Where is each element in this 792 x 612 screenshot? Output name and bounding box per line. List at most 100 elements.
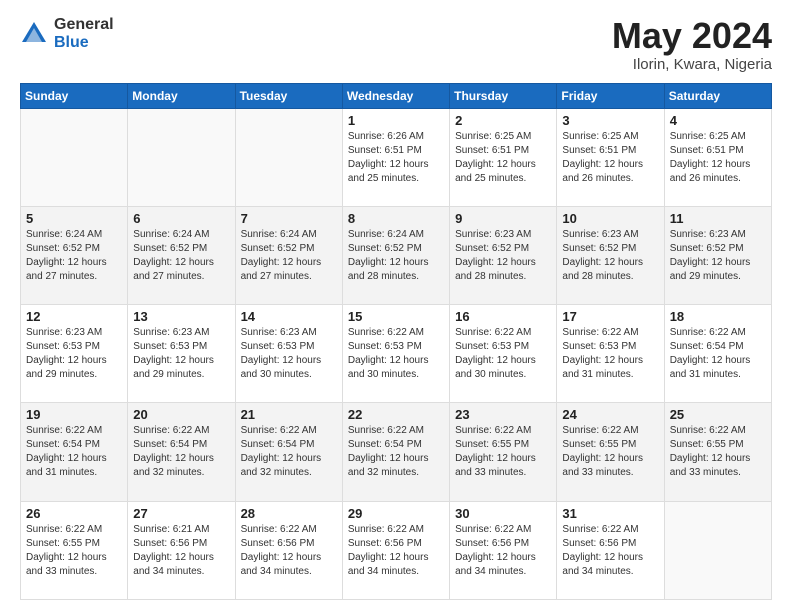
day-info: Sunrise: 6:23 AM Sunset: 6:52 PM Dayligh…: [670, 228, 766, 284]
day-number: 22: [348, 407, 444, 422]
calendar-cell: 10 Sunrise: 6:23 AM Sunset: 6:52 PM Dayli…: [557, 206, 664, 304]
location: Ilorin, Kwara, Nigeria: [612, 56, 772, 73]
day-info: Sunrise: 6:23 AM Sunset: 6:53 PM Dayligh…: [241, 326, 337, 382]
day-number: 12: [26, 309, 122, 324]
day-info: Sunrise: 6:24 AM Sunset: 6:52 PM Dayligh…: [348, 228, 444, 284]
calendar-cell: 24 Sunrise: 6:22 AM Sunset: 6:55 PM Dayli…: [557, 403, 664, 501]
week-row-3: 12 Sunrise: 6:23 AM Sunset: 6:53 PM Dayli…: [21, 305, 772, 403]
day-number: 29: [348, 506, 444, 521]
month-title: May 2024: [612, 16, 772, 56]
day-info: Sunrise: 6:22 AM Sunset: 6:54 PM Dayligh…: [26, 424, 122, 480]
calendar-cell: 30Sunrise: 6:22 AM Sunset: 6:56 PM Dayli…: [450, 501, 557, 599]
day-number: 26: [26, 506, 122, 521]
logo-general: General: [54, 16, 114, 34]
day-info: Sunrise: 6:22 AM Sunset: 6:55 PM Dayligh…: [562, 424, 658, 480]
day-number: 1: [348, 113, 444, 128]
day-info: Sunrise: 6:23 AM Sunset: 6:53 PM Dayligh…: [26, 326, 122, 382]
day-info: Sunrise: 6:24 AM Sunset: 6:52 PM Dayligh…: [26, 228, 122, 284]
weekday-header-thursday: Thursday: [450, 83, 557, 108]
logo-blue: Blue: [54, 34, 114, 52]
day-number: 18: [670, 309, 766, 324]
day-number: 17: [562, 309, 658, 324]
calendar-cell: [128, 108, 235, 206]
calendar-cell: 18 Sunrise: 6:22 AM Sunset: 6:54 PM Dayli…: [664, 305, 771, 403]
calendar-cell: 11 Sunrise: 6:23 AM Sunset: 6:52 PM Dayli…: [664, 206, 771, 304]
calendar-cell: 13 Sunrise: 6:23 AM Sunset: 6:53 PM Dayli…: [128, 305, 235, 403]
weekday-header-wednesday: Wednesday: [342, 83, 449, 108]
day-info: Sunrise: 6:22 AM Sunset: 6:55 PM Dayligh…: [670, 424, 766, 480]
weekday-header-sunday: Sunday: [21, 83, 128, 108]
day-number: 30: [455, 506, 551, 521]
weekday-header-friday: Friday: [557, 83, 664, 108]
day-info: Sunrise: 6:23 AM Sunset: 6:52 PM Dayligh…: [455, 228, 551, 284]
day-info: Sunrise: 6:25 AM Sunset: 6:51 PM Dayligh…: [670, 130, 766, 186]
day-info: Sunrise: 6:24 AM Sunset: 6:52 PM Dayligh…: [133, 228, 229, 284]
day-number: 19: [26, 407, 122, 422]
day-info: Sunrise: 6:22 AM Sunset: 6:55 PM Dayligh…: [26, 523, 122, 579]
calendar-cell: 22 Sunrise: 6:22 AM Sunset: 6:54 PM Dayli…: [342, 403, 449, 501]
calendar-cell: [235, 108, 342, 206]
week-row-5: 26 Sunrise: 6:22 AM Sunset: 6:55 PM Dayli…: [21, 501, 772, 599]
day-number: 16: [455, 309, 551, 324]
calendar-cell: 3 Sunrise: 6:25 AM Sunset: 6:51 PM Daylig…: [557, 108, 664, 206]
day-number: 28: [241, 506, 337, 521]
calendar-cell: 15Sunrise: 6:22 AM Sunset: 6:53 PM Dayli…: [342, 305, 449, 403]
calendar-cell: 19 Sunrise: 6:22 AM Sunset: 6:54 PM Dayli…: [21, 403, 128, 501]
week-row-4: 19 Sunrise: 6:22 AM Sunset: 6:54 PM Dayli…: [21, 403, 772, 501]
weekday-header-saturday: Saturday: [664, 83, 771, 108]
day-info: Sunrise: 6:24 AM Sunset: 6:52 PM Dayligh…: [241, 228, 337, 284]
calendar-cell: 20Sunrise: 6:22 AM Sunset: 6:54 PM Dayli…: [128, 403, 235, 501]
calendar-cell: [21, 108, 128, 206]
day-info: Sunrise: 6:22 AM Sunset: 6:56 PM Dayligh…: [562, 523, 658, 579]
day-number: 23: [455, 407, 551, 422]
calendar-cell: 16 Sunrise: 6:22 AM Sunset: 6:53 PM Dayli…: [450, 305, 557, 403]
day-number: 5: [26, 211, 122, 226]
day-info: Sunrise: 6:23 AM Sunset: 6:53 PM Dayligh…: [133, 326, 229, 382]
day-number: 8: [348, 211, 444, 226]
day-info: Sunrise: 6:22 AM Sunset: 6:54 PM Dayligh…: [133, 424, 229, 480]
weekday-header-monday: Monday: [128, 83, 235, 108]
calendar-cell: 25Sunrise: 6:22 AM Sunset: 6:55 PM Dayli…: [664, 403, 771, 501]
day-number: 27: [133, 506, 229, 521]
header: General Blue May 2024 Ilorin, Kwara, Nig…: [20, 16, 772, 73]
page: General Blue May 2024 Ilorin, Kwara, Nig…: [0, 0, 792, 612]
day-info: Sunrise: 6:22 AM Sunset: 6:56 PM Dayligh…: [241, 523, 337, 579]
day-info: Sunrise: 6:22 AM Sunset: 6:55 PM Dayligh…: [455, 424, 551, 480]
day-info: Sunrise: 6:22 AM Sunset: 6:54 PM Dayligh…: [670, 326, 766, 382]
day-number: 10: [562, 211, 658, 226]
calendar-cell: 5 Sunrise: 6:24 AM Sunset: 6:52 PM Daylig…: [21, 206, 128, 304]
weekday-header-row: SundayMondayTuesdayWednesdayThursdayFrid…: [21, 83, 772, 108]
day-number: 31: [562, 506, 658, 521]
calendar-cell: 12 Sunrise: 6:23 AM Sunset: 6:53 PM Dayli…: [21, 305, 128, 403]
calendar-cell: 27Sunrise: 6:21 AM Sunset: 6:56 PM Dayli…: [128, 501, 235, 599]
day-info: Sunrise: 6:22 AM Sunset: 6:53 PM Dayligh…: [455, 326, 551, 382]
day-number: 21: [241, 407, 337, 422]
day-info: Sunrise: 6:25 AM Sunset: 6:51 PM Dayligh…: [455, 130, 551, 186]
calendar-cell: 26 Sunrise: 6:22 AM Sunset: 6:55 PM Dayli…: [21, 501, 128, 599]
day-info: Sunrise: 6:22 AM Sunset: 6:53 PM Dayligh…: [348, 326, 444, 382]
calendar-cell: 9 Sunrise: 6:23 AM Sunset: 6:52 PM Daylig…: [450, 206, 557, 304]
calendar-cell: 4Sunrise: 6:25 AM Sunset: 6:51 PM Daylig…: [664, 108, 771, 206]
calendar: SundayMondayTuesdayWednesdayThursdayFrid…: [20, 83, 772, 600]
weekday-header-tuesday: Tuesday: [235, 83, 342, 108]
week-row-2: 5 Sunrise: 6:24 AM Sunset: 6:52 PM Daylig…: [21, 206, 772, 304]
day-number: 2: [455, 113, 551, 128]
calendar-cell: 29Sunrise: 6:22 AM Sunset: 6:56 PM Dayli…: [342, 501, 449, 599]
calendar-cell: 17Sunrise: 6:22 AM Sunset: 6:53 PM Dayli…: [557, 305, 664, 403]
calendar-cell: 8 Sunrise: 6:24 AM Sunset: 6:52 PM Daylig…: [342, 206, 449, 304]
day-info: Sunrise: 6:25 AM Sunset: 6:51 PM Dayligh…: [562, 130, 658, 186]
day-number: 13: [133, 309, 229, 324]
day-number: 11: [670, 211, 766, 226]
day-info: Sunrise: 6:23 AM Sunset: 6:52 PM Dayligh…: [562, 228, 658, 284]
day-number: 24: [562, 407, 658, 422]
day-number: 9: [455, 211, 551, 226]
calendar-cell: 28 Sunrise: 6:22 AM Sunset: 6:56 PM Dayli…: [235, 501, 342, 599]
day-info: Sunrise: 6:26 AM Sunset: 6:51 PM Dayligh…: [348, 130, 444, 186]
day-number: 7: [241, 211, 337, 226]
calendar-cell: 7 Sunrise: 6:24 AM Sunset: 6:52 PM Daylig…: [235, 206, 342, 304]
day-number: 3: [562, 113, 658, 128]
calendar-cell: [664, 501, 771, 599]
calendar-cell: 21Sunrise: 6:22 AM Sunset: 6:54 PM Dayli…: [235, 403, 342, 501]
day-info: Sunrise: 6:22 AM Sunset: 6:54 PM Dayligh…: [348, 424, 444, 480]
logo-icon: [20, 20, 48, 48]
